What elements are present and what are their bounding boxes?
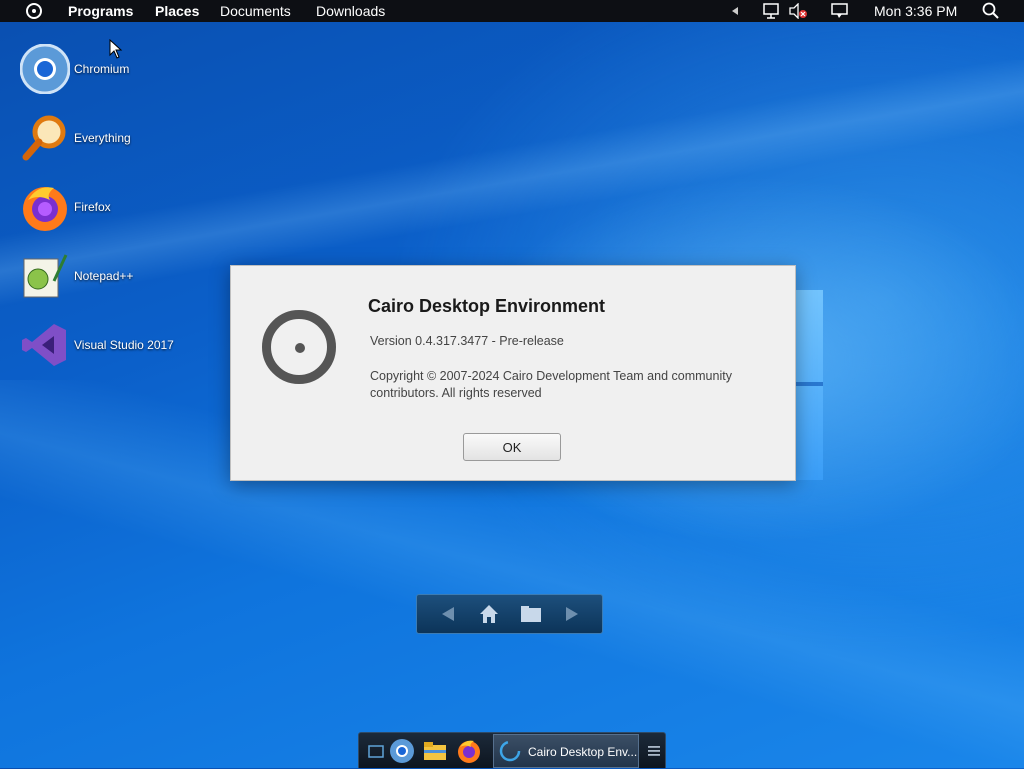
desktop-icon-firefox[interactable]: Firefox (20, 179, 200, 235)
home-icon[interactable] (478, 603, 500, 625)
desktop-icon-notepadplusplus[interactable]: Notepad++ (20, 248, 200, 304)
about-dialog: Cairo Desktop Environment Version 0.4.31… (230, 265, 796, 481)
desktop-icon-label: Chromium (74, 62, 130, 76)
menu-bar: Programs Places Documents Downloads Mon … (0, 0, 1024, 22)
mouse-cursor-icon (109, 38, 123, 64)
cairo-logo-icon (262, 310, 336, 384)
desktop-icon-visual-studio[interactable]: Visual Studio 2017 (20, 317, 200, 373)
taskbar-window-title: Cairo Desktop Env... (528, 745, 638, 759)
cairo-menu-icon[interactable] (26, 3, 42, 19)
visual-studio-icon (20, 320, 70, 370)
taskbar-window-cairo[interactable]: Cairo Desktop Env... (493, 734, 639, 768)
menu-places[interactable]: Places (155, 3, 199, 19)
desktop-icon-everything[interactable]: Everything (20, 110, 200, 166)
menu-documents[interactable]: Documents (220, 3, 291, 19)
desktop-icon-label: Visual Studio 2017 (74, 338, 174, 352)
chromium-icon (19, 43, 71, 95)
tray-expand-icon[interactable] (731, 0, 739, 22)
cairo-window-icon (499, 740, 521, 767)
desktop-icon-label: Everything (74, 131, 131, 145)
everything-search-icon (20, 113, 70, 163)
forward-arrow-icon[interactable] (561, 603, 583, 625)
back-arrow-icon[interactable] (437, 603, 459, 625)
taskbar: Cairo Desktop Env... (358, 732, 666, 768)
firefox-taskbar-icon[interactable] (456, 738, 482, 764)
dialog-title: Cairo Desktop Environment (368, 296, 606, 316)
menu-downloads[interactable]: Downloads (316, 3, 385, 19)
chromium-taskbar-icon[interactable] (389, 738, 415, 764)
version-text: Version 0.4.317.3477 - Pre-release (370, 334, 564, 348)
file-explorer-icon[interactable] (422, 738, 448, 764)
search-icon[interactable] (982, 0, 1000, 22)
network-icon[interactable] (763, 0, 781, 22)
taskbar-menu-icon[interactable] (641, 738, 667, 764)
desktop-icon-label: Notepad++ (74, 269, 134, 283)
show-desktop-icon[interactable] (363, 738, 389, 764)
notification-icon[interactable] (831, 0, 849, 22)
menu-programs[interactable]: Programs (68, 3, 133, 19)
wallpaper-logo (795, 290, 823, 480)
firefox-icon (20, 182, 70, 232)
volume-muted-icon[interactable] (789, 0, 807, 22)
desktop-icon-label: Firefox (74, 200, 111, 214)
clock[interactable]: Mon 3:36 PM (874, 3, 957, 19)
folder-navigation-toolbar (416, 594, 603, 634)
notepadplusplus-icon (20, 251, 70, 301)
folder-icon[interactable] (520, 603, 542, 625)
copyright-text: Copyright © 2007-2024 Cairo Development … (370, 369, 732, 400)
ok-button[interactable]: OK (463, 433, 561, 461)
